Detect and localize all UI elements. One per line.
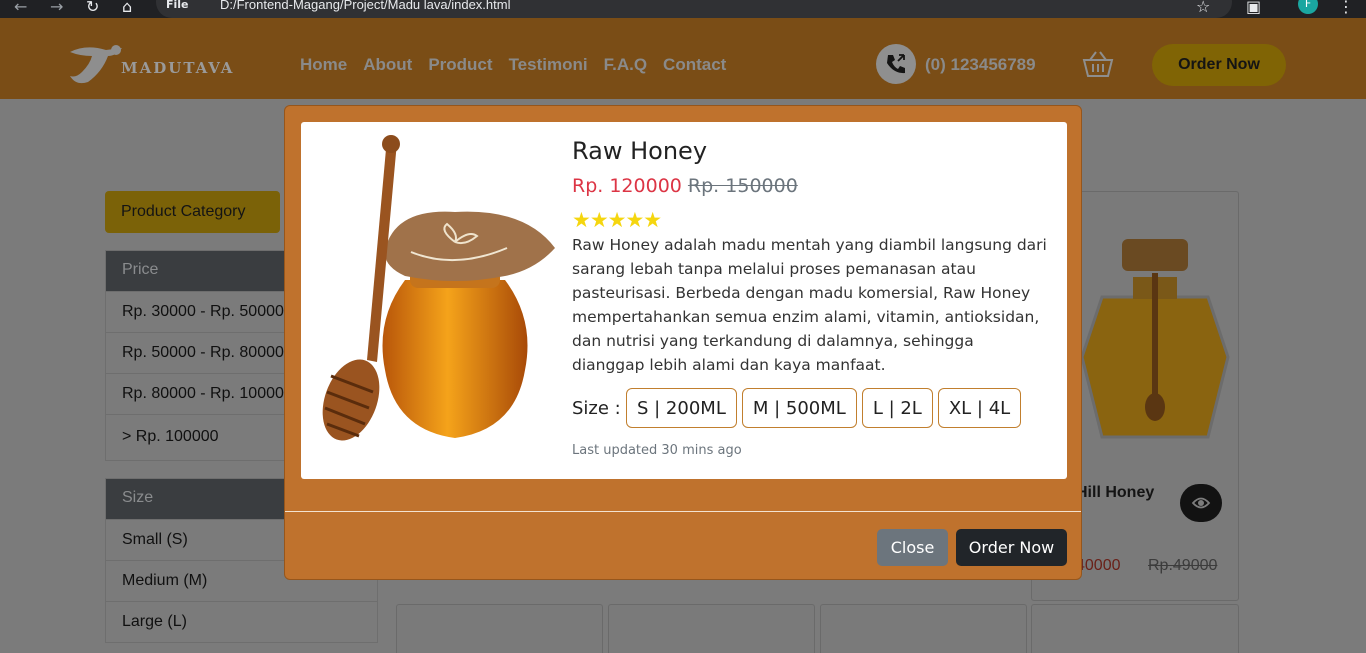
- browser-toolbar: ← → ↻ ⌂ File D:/Frontend-Magang/Project/…: [0, 0, 1366, 18]
- nav-order-button[interactable]: Order Now: [1152, 44, 1286, 86]
- last-updated-text: Last updated 30 mins ago: [572, 443, 742, 458]
- basket-icon[interactable]: [1082, 50, 1114, 78]
- back-icon[interactable]: ←: [14, 0, 27, 16]
- product-card: [608, 604, 815, 653]
- logo-text: MADUTAVA: [121, 59, 235, 77]
- bookmark-star-icon[interactable]: ☆: [1196, 0, 1210, 16]
- product-card: [820, 604, 1027, 653]
- product-title: Raw Honey: [572, 137, 708, 165]
- price-row: Rp. 120000 Rp. 150000: [572, 175, 798, 197]
- nav-link-contact[interactable]: Contact: [663, 55, 726, 75]
- product-description: Raw Honey adalah madu mentah yang diambi…: [572, 236, 1047, 374]
- size-filter-item[interactable]: Large (L): [106, 601, 377, 642]
- reload-icon[interactable]: ↻: [86, 0, 99, 16]
- phone-icon: [876, 44, 916, 84]
- nav-link-testimoni[interactable]: Testimoni: [509, 55, 588, 75]
- product-card: [396, 604, 603, 653]
- product-card-price-old: Rp.49000: [1148, 557, 1218, 574]
- more-menu-icon[interactable]: ⋮: [1338, 0, 1354, 16]
- nav-link-product[interactable]: Product: [428, 55, 492, 75]
- product-modal: Raw Honey Rp. 120000 Rp. 150000 ★★★★★ Ra…: [284, 105, 1082, 580]
- product-card: [1031, 604, 1239, 653]
- price-current: Rp. 120000: [572, 175, 682, 197]
- product-category-button[interactable]: Product Category: [105, 191, 280, 233]
- close-button[interactable]: Close: [877, 529, 948, 566]
- product-card-price-new: 40000: [1076, 557, 1121, 574]
- star-rating-icon: ★★★★★: [572, 208, 662, 232]
- size-option-s[interactable]: S | 200ML: [626, 388, 737, 428]
- price-original: Rp. 150000: [687, 175, 798, 197]
- size-label: Size :: [572, 398, 621, 419]
- nav-link-faq[interactable]: F.A.Q: [604, 55, 647, 75]
- modal-body: Raw Honey Rp. 120000 Rp. 150000 ★★★★★ Ra…: [301, 122, 1067, 479]
- size-option-xl[interactable]: XL | 4L: [937, 388, 1022, 428]
- site-info-label[interactable]: File: [166, 0, 189, 11]
- phone-number: (0) 123456789: [925, 55, 1036, 74]
- honey-jar-image: [1080, 239, 1230, 439]
- eye-icon: [1191, 497, 1211, 509]
- size-option-m[interactable]: M | 500ML: [741, 388, 857, 428]
- nav-link-home[interactable]: Home: [300, 55, 347, 75]
- size-options: S | 200ML M | 500ML L | 2L XL | 4L: [626, 388, 1022, 428]
- modal-divider: [285, 511, 1081, 512]
- view-product-button[interactable]: [1180, 484, 1222, 522]
- site-navbar: MADUTAVA Home About Product Testimoni F.…: [0, 18, 1366, 99]
- raw-honey-product-image: [322, 135, 555, 441]
- order-now-button[interactable]: Order Now: [956, 529, 1067, 566]
- product-card-name: Hill Honey: [1076, 484, 1155, 501]
- forward-icon[interactable]: →: [50, 0, 63, 16]
- madutava-logo-icon: [70, 45, 122, 84]
- profile-avatar[interactable]: F: [1298, 0, 1318, 14]
- url-text[interactable]: D:/Frontend-Magang/Project/Madu lava/ind…: [220, 0, 510, 12]
- size-option-l[interactable]: L | 2L: [861, 388, 933, 428]
- home-icon[interactable]: ⌂: [122, 0, 132, 16]
- nav-link-about[interactable]: About: [363, 55, 412, 75]
- extensions-icon[interactable]: ▣: [1246, 0, 1261, 16]
- nav-links: Home About Product Testimoni F.A.Q Conta…: [300, 55, 726, 75]
